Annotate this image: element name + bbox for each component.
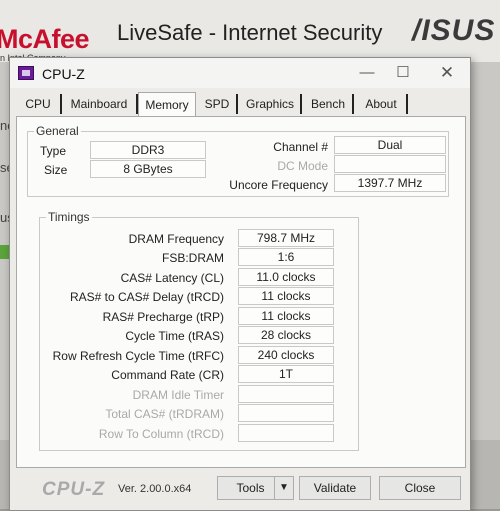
timing-value: 11.0 clocks [238,268,334,286]
tab-cpu[interactable]: CPU [16,94,62,114]
memory-tab-panel: General Type DDR3 Size 8 GBytes Channel … [16,116,466,468]
size-value: 8 GBytes [90,160,206,178]
timing-value [238,385,334,403]
timing-label-disabled: DRAM Idle Timer [132,388,224,402]
tab-spd[interactable]: SPD [198,94,238,114]
timing-label: DRAM Frequency [128,232,224,246]
tab-memory[interactable]: Memory [138,92,196,117]
close-window-button[interactable]: ✕ [432,62,462,84]
timing-value: 28 clocks [238,326,334,344]
cpuz-app-icon [18,66,34,80]
tab-graphics[interactable]: Graphics [240,94,302,114]
timing-value [238,404,334,422]
timing-value: 11 clocks [238,307,334,325]
window-title: CPU-Z [42,66,85,82]
background-window-title: LiveSafe - Internet Security [117,20,383,45]
timing-label: Cycle Time (tRAS) [125,329,224,343]
timing-value: 240 clocks [238,346,334,364]
dc-mode-label: DC Mode [277,159,328,173]
timing-label: RAS# Precharge (tRP) [102,310,224,324]
dc-mode-value [334,155,446,173]
timings-group-title: Timings [46,210,92,224]
timing-label-disabled: Total CAS# (tRDRAM) [105,407,224,421]
type-value: DDR3 [90,141,206,159]
tools-dropdown-icon[interactable]: ▼ [274,476,294,500]
version-label: Ver. 2.00.0.x64 [118,483,192,495]
timing-value: 1T [238,365,334,383]
timing-label: RAS# to CAS# Delay (tRCD) [69,290,224,304]
timing-value: 11 clocks [238,287,334,305]
timings-group: Timings DRAM Frequency 798.7 MHz FSB:DRA… [39,210,359,451]
tab-about[interactable]: About [356,94,408,114]
asus-logo: /ISUS [412,14,496,47]
tab-bench[interactable]: Bench [304,94,354,114]
timing-value [238,424,334,442]
uncore-frequency-label: Uncore Frequency [229,178,328,192]
cpuz-window: CPU-Z — ☐ ✕ CPU Mainboard Memory SPD Gra… [9,57,471,511]
general-group: General Type DDR3 Size 8 GBytes Channel … [27,124,449,197]
channel-label: Channel # [273,140,328,154]
timing-label: Row Refresh Cycle Time (tRFC) [52,349,224,363]
timing-label-disabled: Row To Column (tRCD) [98,427,224,441]
title-bar[interactable]: CPU-Z — ☐ ✕ [10,58,470,88]
timing-value: 1:6 [238,248,334,266]
general-group-title: General [34,124,81,138]
close-button[interactable]: Close [379,476,461,500]
type-label: Type [40,144,67,158]
mcafee-logo: McAfee [0,24,90,54]
timing-label: CAS# Latency (CL) [120,271,224,285]
timing-value: 798.7 MHz [238,229,334,247]
channel-value: Dual [334,136,446,154]
uncore-frequency-value: 1397.7 MHz [334,174,446,192]
validate-button[interactable]: Validate [299,476,371,500]
cpuz-brand-logo: CPU-Z [42,479,106,500]
maximize-button[interactable]: ☐ [388,62,418,84]
size-label: Size [44,163,68,177]
tab-mainboard[interactable]: Mainboard [62,94,138,114]
minimize-button[interactable]: — [352,62,382,84]
timing-label: FSB:DRAM [161,251,224,265]
timing-label: Command Rate (CR) [111,368,224,382]
